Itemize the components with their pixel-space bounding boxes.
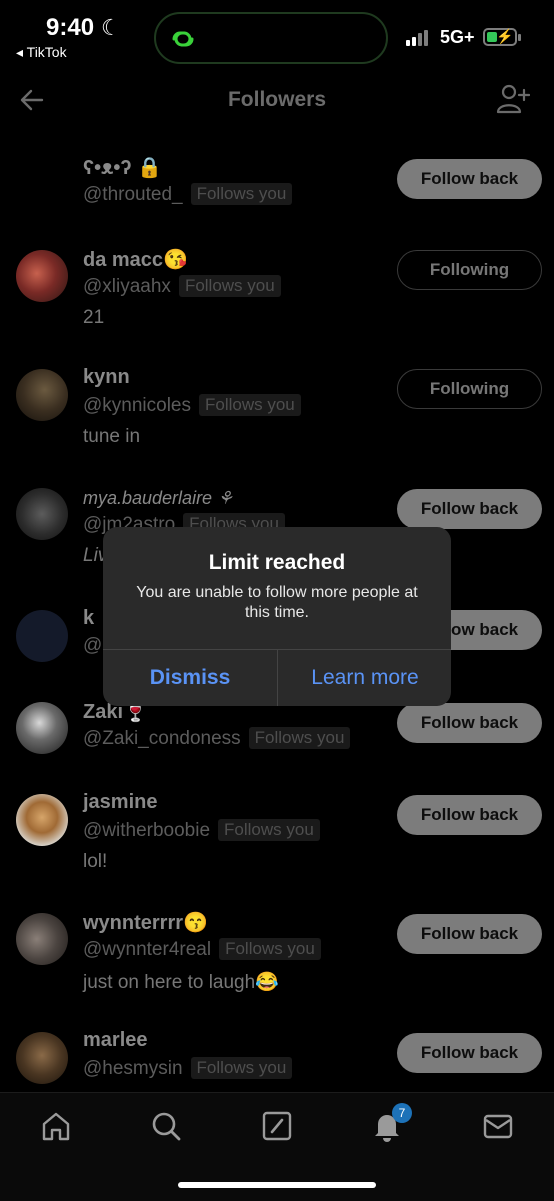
follower-handle: @hesmysin Follows you [83, 1057, 293, 1080]
network-type: 5G+ [440, 27, 475, 47]
search-icon[interactable] [149, 1109, 183, 1143]
follows-you-badge: Follows you [199, 394, 301, 416]
battery-icon: ⚡ [483, 28, 517, 46]
header: Followers [0, 70, 554, 130]
follower-handle: @Zaki_condoness Follows you [83, 727, 351, 750]
avatar[interactable] [16, 913, 68, 965]
back-to-app-link[interactable]: ◂ TikTok [16, 44, 67, 61]
follower-handle: @xliyaahx Follows you [83, 275, 281, 298]
follow-back-button[interactable]: Follow back [397, 489, 542, 529]
limit-reached-alert: Limit reached You are unable to follow m… [103, 527, 451, 706]
alert-title: Limit reached [208, 551, 346, 574]
avatar[interactable] [16, 488, 68, 540]
link-icon [172, 31, 194, 47]
status-time: 9:40 [46, 14, 95, 41]
home-icon[interactable] [39, 1109, 73, 1143]
follow-back-button[interactable]: Follow back [397, 914, 542, 954]
follower-handle: @ [83, 635, 103, 656]
follower-bio: lol! [83, 851, 108, 872]
follows-you-badge: Follows you [248, 727, 351, 749]
avatar[interactable] [16, 794, 68, 846]
follow-back-button[interactable]: Follow back [397, 159, 542, 199]
following-button[interactable]: Following [397, 369, 542, 409]
learn-more-button[interactable]: Learn more [278, 650, 451, 706]
follower-name: da macc😘 [83, 249, 188, 271]
follow-back-button[interactable]: Follow back [397, 703, 542, 743]
follows-you-badge: Follows you [190, 1057, 293, 1079]
follower-name: mya.bauderlaire ⚘ [83, 488, 234, 508]
follower-bio: 21 [83, 307, 105, 328]
page-title: Followers [227, 88, 327, 111]
follower-handle: @throuted_ Follows you [83, 183, 293, 206]
moon-icon: ☾ [101, 15, 121, 40]
avatar[interactable] [16, 250, 68, 302]
follower-name: marlee [83, 1029, 148, 1051]
avatar[interactable] [16, 1032, 68, 1084]
follower-name: kynn [83, 366, 130, 388]
follower-bio: tune in [83, 426, 141, 447]
follower-name: jasmine [83, 791, 158, 813]
signal-icon [406, 28, 430, 46]
follows-you-badge: Follows you [178, 275, 281, 297]
avatar[interactable] [16, 610, 68, 662]
follower-name: k [83, 607, 95, 629]
follower-handle: @wynnter4real Follows you [83, 938, 321, 961]
follower-handle: @witherboobie Follows you [83, 819, 320, 842]
mail-icon[interactable] [481, 1109, 515, 1143]
dynamic-island [154, 12, 388, 64]
follow-back-button[interactable]: Follow back [397, 1033, 542, 1073]
add-person-icon[interactable] [496, 82, 530, 116]
follows-you-badge: Follows you [190, 183, 293, 205]
follower-handle: @kynnicoles Follows you [83, 394, 301, 417]
status-bar: 9:40 ☾ ◂ TikTok 5G+ ⚡ [0, 0, 554, 70]
avatar[interactable] [16, 702, 68, 754]
follower-bio: just on here to laugh😂 [83, 972, 279, 993]
following-button[interactable]: Following [397, 250, 542, 290]
notification-count-badge: 7 [392, 1103, 412, 1123]
dismiss-button[interactable]: Dismiss [103, 650, 277, 706]
home-indicator[interactable] [178, 1182, 376, 1188]
follower-name: wynnterrrr😙 [83, 912, 208, 934]
avatar[interactable] [16, 369, 68, 421]
follower-name: ʕ•ᴥ•ʔ 🔒 [83, 157, 163, 179]
alert-message: You are unable to follow more people at … [136, 584, 418, 621]
follows-you-badge: Follows you [219, 938, 321, 960]
follows-you-badge: Follows you [218, 819, 320, 841]
follow-back-button[interactable]: Follow back [397, 795, 542, 835]
compose-icon[interactable] [260, 1109, 294, 1143]
